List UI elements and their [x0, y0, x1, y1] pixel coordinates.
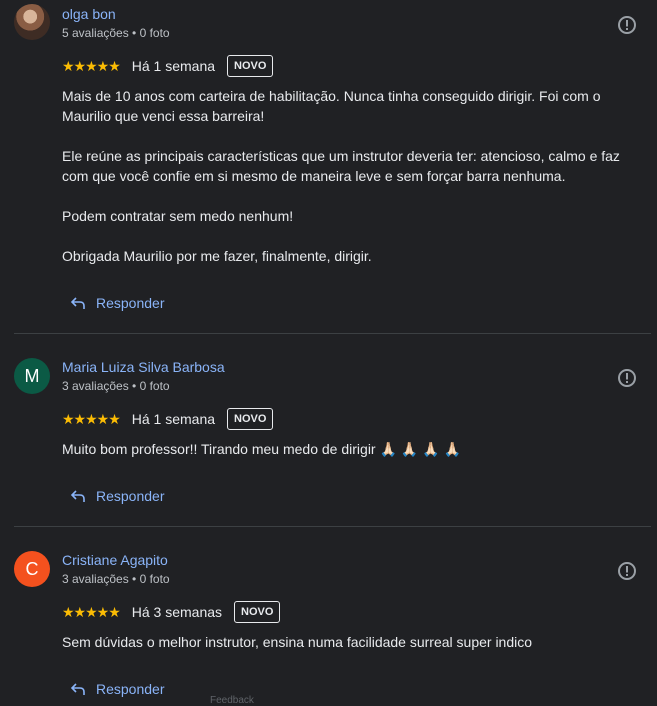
- divider: [14, 333, 651, 334]
- reviewer-stats: 3 avaliações • 0 foto: [62, 572, 170, 586]
- report-icon[interactable]: [617, 561, 637, 581]
- reviewer-name[interactable]: olga bon: [62, 6, 116, 22]
- reply-label: Responder: [96, 681, 165, 697]
- rating-row: ★★★★★ Há 3 semanas NOVO: [62, 600, 281, 624]
- reply-label: Responder: [96, 488, 165, 504]
- feedback-link[interactable]: Feedback: [210, 695, 254, 706]
- star-rating: ★★★★★: [62, 603, 121, 620]
- rating-row: ★★★★★ Há 1 semana NOVO: [62, 407, 274, 431]
- review-time: Há 1 semana: [131, 58, 216, 74]
- review-paragraph: Ele reúne as principais características …: [62, 148, 620, 184]
- new-badge: NOVO: [234, 601, 281, 623]
- new-badge: NOVO: [227, 55, 274, 77]
- reply-label: Responder: [96, 295, 165, 311]
- reviewer-name[interactable]: Cristiane Agapito: [62, 552, 168, 568]
- review-time: Há 1 semana: [131, 411, 216, 427]
- report-icon[interactable]: [617, 368, 637, 388]
- reply-button[interactable]: Responder: [70, 678, 165, 700]
- reply-icon: [70, 490, 85, 502]
- reply-icon: [70, 297, 85, 309]
- reply-icon: [70, 683, 85, 695]
- star-rating: ★★★★★: [62, 410, 121, 427]
- review-time: Há 3 semanas: [131, 604, 223, 620]
- divider: [14, 526, 651, 527]
- review-text: Mais de 10 anos com carteira de habilita…: [62, 86, 642, 266]
- review-paragraph: Podem contratar sem medo nenhum!: [62, 208, 294, 224]
- review-paragraph: Mais de 10 anos com carteira de habilita…: [62, 88, 601, 124]
- reviewer-stats: 5 avaliações • 0 foto: [62, 26, 170, 40]
- reply-button[interactable]: Responder: [70, 292, 165, 314]
- reviewer-stats: 3 avaliações • 0 foto: [62, 379, 170, 393]
- review-paragraph: Sem dúvidas o melhor instrutor, ensina n…: [62, 634, 533, 650]
- rating-row: ★★★★★ Há 1 semana NOVO: [62, 54, 274, 78]
- report-icon[interactable]: [617, 15, 637, 35]
- review-paragraph: Muito bom professor!! Tirando meu medo d…: [62, 441, 461, 457]
- review-paragraph: Obrigada Maurilio por me fazer, finalmen…: [62, 248, 372, 264]
- reviewer-name[interactable]: Maria Luiza Silva Barbosa: [62, 359, 225, 375]
- new-badge: NOVO: [227, 408, 274, 430]
- reply-button[interactable]: Responder: [70, 485, 165, 507]
- star-rating: ★★★★★: [62, 57, 121, 74]
- avatar[interactable]: [14, 4, 50, 40]
- avatar[interactable]: M: [14, 358, 50, 394]
- review-text: Muito bom professor!! Tirando meu medo d…: [62, 439, 642, 459]
- review-text: Sem dúvidas o melhor instrutor, ensina n…: [62, 632, 642, 652]
- avatar[interactable]: C: [14, 551, 50, 587]
